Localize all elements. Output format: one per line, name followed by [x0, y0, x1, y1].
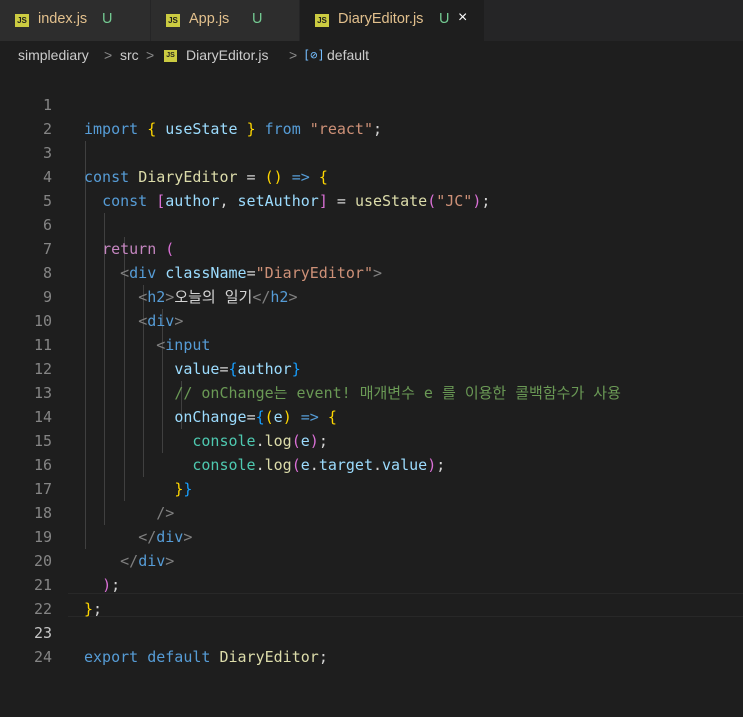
code-line: 1 import { useState } from "react"; — [0, 69, 743, 138]
tab-label: DiaryEditor.js — [338, 11, 424, 27]
code-line: 22 — [0, 573, 743, 618]
breadcrumb-symbol[interactable]: default — [327, 47, 369, 63]
tab-label: index.js — [38, 11, 88, 27]
tab-label: App.js — [189, 11, 230, 27]
line-code: export default DiaryEditor; — [84, 648, 328, 666]
chevron-right-icon: > — [104, 47, 113, 63]
untracked-badge: U — [102, 11, 113, 27]
js-file-icon: JS — [315, 14, 329, 27]
untracked-badge: U — [252, 11, 263, 27]
code-line: 6 return ( — [0, 189, 743, 258]
code-line: 24 — [0, 621, 743, 666]
code-line: 12 // onChange는 event! 매개변수 e 를 이용한 콜백함수… — [0, 333, 743, 402]
code-line: 9 <div> — [0, 261, 743, 330]
code-line: 16 }} — [0, 429, 743, 498]
breadcrumb-file[interactable]: DiaryEditor.js — [186, 47, 268, 63]
code-line: 14 console.log(e); — [0, 381, 743, 450]
code-line: 17 /> — [0, 453, 743, 522]
code-line: 18 </div> — [0, 477, 743, 546]
code-line: 19 </div> — [0, 501, 743, 570]
code-line: 5 — [0, 165, 743, 210]
code-line: 3 const DiaryEditor = () => { — [0, 117, 743, 186]
code-editor[interactable]: 1 import { useState } from "react"; 2 3 … — [0, 69, 743, 666]
tab-index-js[interactable]: JS index.js U — [0, 0, 150, 41]
tab-bar: JS index.js U JS App.js U JS DiaryEditor… — [0, 0, 743, 41]
code-line: 8 <h2>오늘의 일기</h2> — [0, 237, 743, 306]
breadcrumb: simplediary > src > JS DiaryEditor.js > … — [0, 41, 743, 69]
js-file-icon: JS — [15, 14, 29, 27]
chevron-right-icon: > — [289, 47, 298, 63]
breadcrumb-folder[interactable]: src — [120, 47, 139, 63]
code-line: 15 console.log(e.target.value); — [0, 405, 743, 474]
code-line: 13 onChange={(e) => { — [0, 357, 743, 426]
tab-diaryeditor-js[interactable]: JS DiaryEditor.js U × — [300, 0, 484, 41]
chevron-right-icon: > — [146, 47, 155, 63]
symbol-variable-icon: [⊘] — [303, 48, 325, 62]
code-line: 7 <div className="DiaryEditor"> — [0, 213, 743, 282]
code-line: 20 ); — [0, 525, 743, 594]
close-icon[interactable]: × — [458, 9, 467, 27]
code-line: 11 value={author} — [0, 309, 743, 378]
tab-app-js[interactable]: JS App.js U — [151, 0, 299, 41]
js-file-icon: JS — [166, 14, 180, 27]
code-line: 4 const [author, setAuthor] = useState("… — [0, 141, 743, 210]
code-line: 2 — [0, 93, 743, 138]
untracked-badge: U — [439, 11, 450, 27]
js-file-icon: JS — [164, 50, 177, 62]
breadcrumb-root[interactable]: simplediary — [18, 47, 89, 63]
code-line: 10 <input — [0, 285, 743, 354]
code-line-current: 23 export default DiaryEditor; — [0, 597, 743, 666]
code-line: 21 }; — [0, 549, 743, 618]
line-number: 24 — [33, 648, 52, 666]
